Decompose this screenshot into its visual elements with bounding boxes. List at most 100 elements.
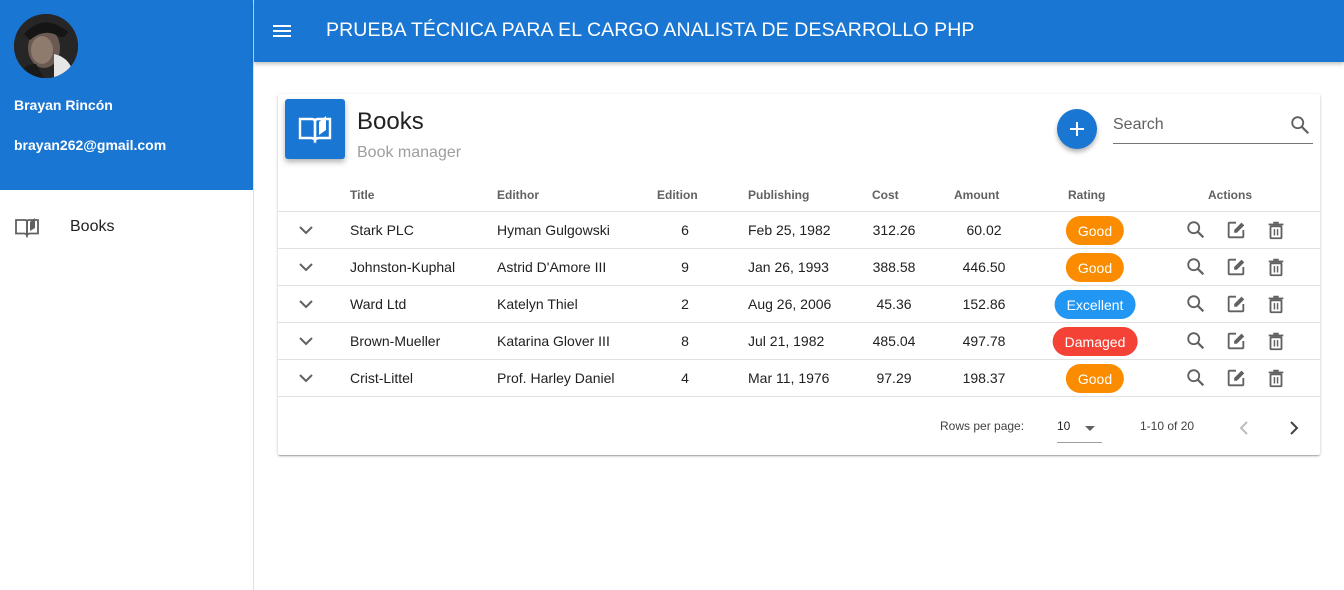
cell-amount: 446.50	[962, 259, 1006, 275]
cell-amount: 60.02	[966, 222, 1002, 238]
menu-icon[interactable]	[270, 19, 294, 43]
view-icon[interactable]	[1185, 293, 1207, 315]
rows-per-page-label: Rows per page:	[940, 419, 1025, 433]
card-subtitle: Book manager	[357, 144, 462, 161]
table-body: Stark PLC Hyman Gulgowski 6 Feb 25, 1982 312…	[278, 212, 1320, 397]
delete-icon[interactable]	[1265, 367, 1287, 389]
column-header-edition[interactable]: Edition	[657, 188, 698, 202]
avatar	[14, 14, 78, 78]
rows-per-page-value: 10	[1057, 419, 1071, 433]
column-header-actions: Actions	[1208, 188, 1253, 202]
search-input[interactable]	[1113, 112, 1283, 138]
navigation-drawer: Brayan Rincón brayan262@gmail.com Books	[0, 0, 254, 590]
book-open-icon	[15, 218, 39, 238]
plus-icon	[1070, 122, 1084, 136]
table-row[interactable]: Stark PLC Hyman Gulgowski 6 Feb 25, 1982 312…	[278, 212, 1320, 249]
cell-cost: 45.36	[876, 296, 912, 312]
edit-icon[interactable]	[1225, 219, 1247, 241]
table-header: Title Edithor Edition Publishing Cost Am…	[278, 179, 1320, 212]
card-title: Books	[357, 108, 424, 135]
cell-editor: Hyman Gulgowski	[497, 222, 610, 238]
delete-icon[interactable]	[1265, 330, 1287, 352]
add-book-button[interactable]	[1057, 109, 1097, 149]
cell-title: Crist-Littel	[350, 370, 414, 386]
sidebar-item-books[interactable]: Books	[0, 208, 253, 246]
chevron-right-icon[interactable]	[1282, 416, 1306, 440]
cell-publishing: Jan 26, 1993	[748, 259, 829, 275]
column-header-rating[interactable]: Rating	[1068, 188, 1105, 202]
edit-icon[interactable]	[1225, 330, 1247, 352]
table-footer: Rows per page: 10 1-10 of 20	[278, 396, 1320, 455]
cell-publishing: Jul 21, 1982	[748, 333, 825, 349]
table-row[interactable]: Ward Ltd Katelyn Thiel 2 Aug 26, 2006 45.36 1…	[278, 286, 1320, 323]
rating-chip: Excellent	[1054, 290, 1136, 319]
cell-amount: 152.86	[962, 296, 1006, 312]
cell-cost: 388.58	[872, 259, 916, 275]
cell-edition: 8	[681, 333, 689, 349]
column-header-editor[interactable]: Edithor	[497, 188, 539, 202]
chevron-down-icon[interactable]	[296, 220, 316, 240]
column-header-cost[interactable]: Cost	[872, 188, 899, 202]
app-bar: PRUEBA TÉCNICA PARA EL CARGO ANALISTA DE…	[254, 0, 1344, 62]
search-icon[interactable]	[1289, 114, 1311, 136]
cell-editor: Prof. Harley Daniel	[497, 370, 615, 386]
cell-title: Brown-Mueller	[350, 333, 441, 349]
user-name: Brayan Rincón	[14, 97, 113, 113]
books-card: Books Book manager Title Edithor Edition…	[278, 94, 1320, 455]
user-email: brayan262@gmail.com	[14, 137, 167, 153]
column-header-amount[interactable]: Amount	[954, 188, 999, 202]
view-icon[interactable]	[1185, 330, 1207, 352]
rating-chip: Damaged	[1052, 327, 1138, 356]
cell-cost: 97.29	[876, 370, 912, 386]
chevron-down-icon[interactable]	[296, 257, 316, 277]
table-row[interactable]: Johnston-Kuphal Astrid D'Amore III 9 Jan 26…	[278, 249, 1320, 286]
edit-icon[interactable]	[1225, 256, 1247, 278]
caret-down-icon	[1085, 426, 1095, 431]
cell-editor: Katarina Glover III	[497, 333, 610, 349]
column-header-title[interactable]: Title	[350, 188, 374, 202]
cell-editor: Astrid D'Amore III	[497, 259, 607, 275]
cell-cost: 485.04	[872, 333, 916, 349]
search-field	[1113, 108, 1313, 144]
rating-chip: Good	[1065, 216, 1125, 245]
rating-chip: Good	[1065, 253, 1125, 282]
cell-amount: 497.78	[962, 333, 1006, 349]
cell-publishing: Aug 26, 2006	[748, 296, 832, 312]
edit-icon[interactable]	[1225, 367, 1247, 389]
app-title: PRUEBA TÉCNICA PARA EL CARGO ANALISTA DE…	[326, 19, 975, 41]
delete-icon[interactable]	[1265, 219, 1287, 241]
edit-icon[interactable]	[1225, 293, 1247, 315]
delete-icon[interactable]	[1265, 256, 1287, 278]
rows-per-page-select[interactable]: 10	[1057, 413, 1102, 443]
chevron-down-icon[interactable]	[296, 331, 316, 351]
chevron-down-icon[interactable]	[296, 294, 316, 314]
cell-amount: 198.37	[962, 370, 1006, 386]
cell-editor: Katelyn Thiel	[497, 296, 578, 312]
column-header-publishing[interactable]: Publishing	[748, 188, 809, 202]
cell-title: Stark PLC	[350, 222, 414, 238]
view-icon[interactable]	[1185, 367, 1207, 389]
cell-edition: 2	[681, 296, 689, 312]
books-table: Title Edithor Edition Publishing Cost Am…	[278, 179, 1320, 397]
rating-chip: Good	[1065, 364, 1125, 393]
table-row[interactable]: Brown-Mueller Katarina Glover III 8 Jul 21,…	[278, 323, 1320, 360]
pagination-range: 1-10 of 20	[1140, 419, 1195, 433]
cell-publishing: Mar 11, 1976	[748, 370, 830, 386]
card-header-icon	[285, 99, 345, 159]
user-profile-header: Brayan Rincón brayan262@gmail.com	[0, 0, 253, 190]
chevron-left-icon[interactable]	[1232, 416, 1256, 440]
cell-title: Ward Ltd	[350, 296, 407, 312]
cell-edition: 6	[681, 222, 689, 238]
delete-icon[interactable]	[1265, 293, 1287, 315]
view-icon[interactable]	[1185, 219, 1207, 241]
cell-title: Johnston-Kuphal	[350, 259, 456, 275]
table-row[interactable]: Crist-Littel Prof. Harley Daniel 4 Mar 11, …	[278, 360, 1320, 397]
cell-edition: 9	[681, 259, 689, 275]
cell-publishing: Feb 25, 1982	[748, 222, 831, 238]
cell-edition: 4	[681, 370, 689, 386]
chevron-down-icon[interactable]	[296, 368, 316, 388]
avatar-photo	[14, 14, 78, 78]
view-icon[interactable]	[1185, 256, 1207, 278]
book-open-icon	[298, 116, 332, 144]
sidebar-item-label: Books	[70, 218, 115, 235]
